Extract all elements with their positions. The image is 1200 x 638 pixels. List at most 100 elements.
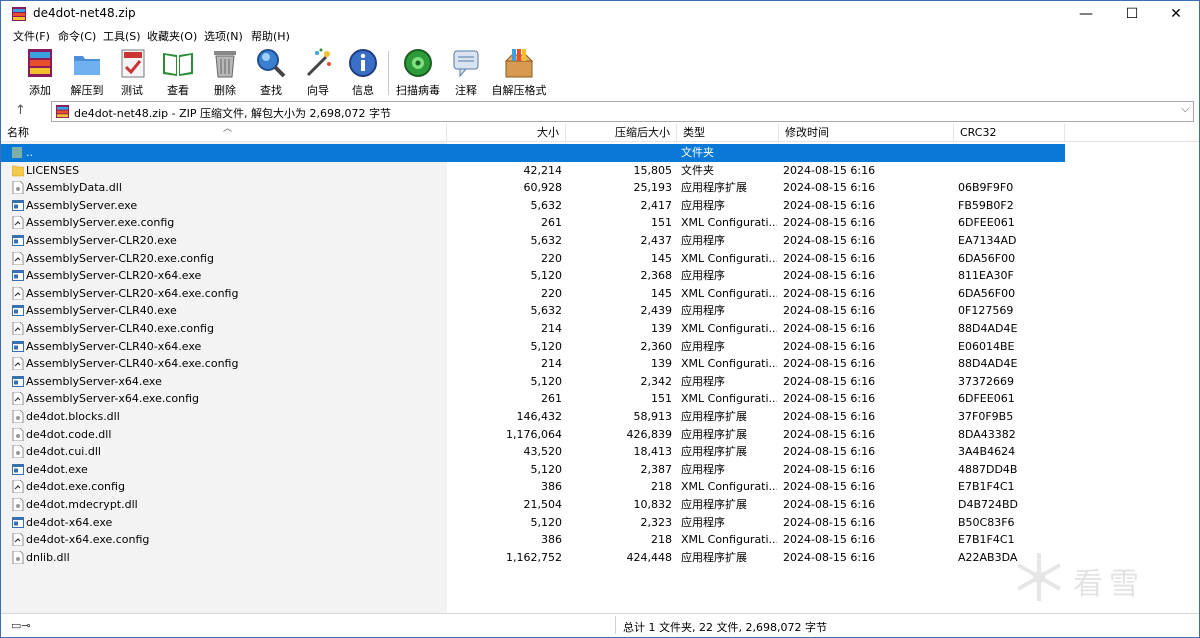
info-button[interactable]: 信息 bbox=[345, 47, 381, 97]
cell-modified: 2024-08-15 6:16 bbox=[783, 198, 876, 212]
table-row[interactable]: .. 文件夹 bbox=[1, 144, 1065, 162]
cell-packed: 2,368 bbox=[640, 269, 673, 283]
table-row[interactable]: AssemblyServer-CLR20-x64.exe 5,120 2,368 应用… bbox=[1, 267, 1065, 285]
cell-packed: 139 bbox=[651, 357, 672, 371]
table-row[interactable]: de4dot-x64.exe.config 386 218 XML Configura… bbox=[1, 531, 1065, 549]
menu-help[interactable]: 帮助(H) bbox=[251, 28, 290, 44]
table-row[interactable]: de4dot.exe.config 386 218 XML Configurati..… bbox=[1, 478, 1065, 496]
cell-modified: 2024-08-15 6:16 bbox=[783, 216, 876, 230]
cell-size: 1,162,752 bbox=[506, 550, 562, 564]
column-type[interactable]: 类型 bbox=[677, 124, 779, 142]
cell-packed: 2,360 bbox=[640, 339, 673, 353]
cell-packed: 2,417 bbox=[640, 198, 673, 212]
maximize-button[interactable]: ☐ bbox=[1109, 1, 1155, 27]
table-row[interactable]: de4dot.cui.dll 43,520 18,413 应用程序扩展 2024-08-… bbox=[1, 443, 1065, 461]
table-row[interactable]: AssemblyServer-CLR40.exe.config 214 139 XML… bbox=[1, 320, 1065, 338]
table-row[interactable]: AssemblyServer-CLR20.exe 5,632 2,437 应用程序 20… bbox=[1, 232, 1065, 250]
table-row[interactable]: AssemblyServer-x64.exe 5,120 2,342 应用程序 2024… bbox=[1, 373, 1065, 391]
table-row[interactable]: AssemblyData.dll 60,928 25,193 应用程序扩展 2024-0… bbox=[1, 179, 1065, 197]
delete-button[interactable]: 删除 bbox=[207, 47, 243, 97]
cell-packed: 151 bbox=[651, 216, 672, 230]
cell-type: 文件夹 bbox=[681, 163, 714, 177]
cell-type: 应用程序扩展 bbox=[681, 181, 747, 195]
table-row[interactable]: de4dot.code.dll 1,176,064 426,839 应用程序扩展 202… bbox=[1, 426, 1065, 444]
winrar-window: de4dot-net48.zip — ☐ ✕ 文件(F) 命令(C) 工具(S)… bbox=[0, 0, 1200, 638]
address-text: de4dot-net48.zip - ZIP 压缩文件, 解包大小为 2,698… bbox=[74, 107, 391, 120]
cell-crc32: 88D4AD4E bbox=[958, 357, 1018, 371]
chevron-down-icon[interactable]: ⌵ bbox=[1181, 104, 1189, 115]
cell-type: 应用程序 bbox=[681, 198, 725, 212]
extract-to-button[interactable]: 解压到 bbox=[67, 47, 107, 97]
table-row[interactable]: dnlib.dll 1,162,752 424,448 应用程序扩展 2024-08-1… bbox=[1, 549, 1065, 567]
cell-name: .. bbox=[26, 146, 33, 159]
table-row[interactable]: AssemblyServer.exe.config 261 151 XML Confi… bbox=[1, 214, 1065, 232]
cell-size: 214 bbox=[541, 357, 562, 371]
cell-name: dnlib.dll bbox=[26, 550, 70, 564]
cell-name: AssemblyServer-x64.exe bbox=[26, 374, 162, 388]
view-button[interactable]: 查看 bbox=[159, 47, 197, 97]
minimize-button[interactable]: — bbox=[1063, 1, 1109, 27]
find-button[interactable]: 查找 bbox=[253, 47, 289, 97]
table-row[interactable]: de4dot.exe 5,120 2,387 应用程序 2024-08-15 6:16 4… bbox=[1, 461, 1065, 479]
cell-crc32: E06014BE bbox=[958, 339, 1015, 353]
sfx-button[interactable]: 自解压格式 bbox=[491, 47, 547, 97]
cell-size: 5,120 bbox=[530, 269, 563, 283]
menu-file[interactable]: 文件(F) bbox=[13, 28, 50, 44]
column-crc32[interactable]: CRC32 bbox=[954, 124, 1065, 142]
test-button[interactable]: 测试 bbox=[114, 47, 150, 97]
table-row[interactable]: AssemblyServer-CLR20.exe.config 220 145 XML… bbox=[1, 250, 1065, 268]
virus-scan-button[interactable]: 扫描病毒 bbox=[395, 47, 441, 97]
table-row[interactable]: LICENSES 42,214 15,805 文件夹 2024-08-15 6:16 bbox=[1, 162, 1065, 180]
address-field[interactable]: de4dot-net48.zip - ZIP 压缩文件, 解包大小为 2,698… bbox=[51, 101, 1194, 122]
cell-size: 5,632 bbox=[530, 198, 563, 212]
virus-scan-icon bbox=[404, 49, 432, 77]
table-row[interactable]: AssemblyServer-CLR40-x64.exe.config 214 13… bbox=[1, 355, 1065, 373]
cell-name: AssemblyServer-CLR20-x64.exe.config bbox=[26, 286, 239, 300]
cell-packed: 2,323 bbox=[640, 515, 673, 529]
cell-modified: 2024-08-15 6:16 bbox=[783, 445, 876, 459]
menu-tools[interactable]: 工具(S) bbox=[103, 28, 141, 44]
table-row[interactable]: de4dot-x64.exe 5,120 2,323 应用程序 2024-08-15 6… bbox=[1, 514, 1065, 532]
title-bar: de4dot-net48.zip — ☐ ✕ bbox=[1, 1, 1199, 27]
add-button[interactable]: 添加 bbox=[21, 47, 59, 97]
cell-type: XML Configurati... bbox=[681, 251, 777, 265]
cell-name: AssemblyServer-CLR40.exe bbox=[26, 304, 177, 318]
cell-size: 220 bbox=[541, 286, 562, 300]
column-modified[interactable]: 修改时间 bbox=[779, 124, 954, 142]
cell-name: LICENSES bbox=[26, 163, 80, 177]
table-row[interactable]: AssemblyServer-CLR40-x64.exe 5,120 2,360 应用… bbox=[1, 338, 1065, 356]
cell-size: 5,632 bbox=[530, 304, 563, 318]
column-packed[interactable]: 压缩后大小 bbox=[566, 124, 677, 142]
cell-crc32: 6DFEE061 bbox=[958, 392, 1015, 406]
cell-crc32: FB59B0F2 bbox=[958, 198, 1014, 212]
cell-name: AssemblyServer-CLR20.exe bbox=[26, 234, 177, 247]
table-row[interactable]: AssemblyServer-x64.exe.config 261 151 XML C… bbox=[1, 390, 1065, 408]
cell-size bbox=[447, 144, 562, 162]
menu-commands[interactable]: 命令(C) bbox=[58, 28, 96, 44]
menu-options[interactable]: 选项(N) bbox=[204, 28, 243, 44]
cell-crc32: 88D4AD4E bbox=[958, 322, 1018, 335]
cell-size: 5,120 bbox=[530, 462, 563, 476]
cell-name: AssemblyServer-CLR20.exe.config bbox=[26, 251, 214, 265]
table-row[interactable]: AssemblyServer.exe 5,632 2,417 应用程序 2024-08-… bbox=[1, 197, 1065, 215]
view-icon bbox=[163, 53, 193, 76]
list-header: 名称 ︿ 大小 压缩后大小 类型 修改时间 CRC32 bbox=[1, 124, 1199, 142]
up-arrow-icon[interactable]: ↑ bbox=[15, 103, 26, 118]
cell-type: XML Configurati... bbox=[681, 357, 777, 371]
delete-icon bbox=[214, 51, 236, 78]
menu-favorites[interactable]: 收藏夹(O) bbox=[147, 28, 197, 44]
cell-type: XML Configurati... bbox=[681, 322, 777, 335]
table-row[interactable]: AssemblyServer-CLR20-x64.exe.config 220 14… bbox=[1, 285, 1065, 303]
cell-name: de4dot-x64.exe.config bbox=[26, 533, 150, 547]
cell-packed: 145 bbox=[651, 251, 672, 265]
comment-button[interactable]: 注释 bbox=[451, 47, 481, 97]
table-row[interactable]: de4dot.blocks.dll 146,432 58,913 应用程序扩展 2024… bbox=[1, 408, 1065, 426]
table-row[interactable]: AssemblyServer-CLR40.exe 5,632 2,439 应用程序 20… bbox=[1, 302, 1065, 320]
drive-key-icon[interactable]: ▭⊸ bbox=[11, 619, 31, 632]
extract-icon bbox=[74, 56, 100, 75]
table-row[interactable]: de4dot.mdecrypt.dll 21,504 10,832 应用程序扩展 202… bbox=[1, 496, 1065, 514]
column-size[interactable]: 大小 bbox=[447, 124, 566, 142]
wizard-button[interactable]: 向导 bbox=[300, 47, 336, 97]
close-button[interactable]: ✕ bbox=[1153, 1, 1199, 27]
sfx-icon bbox=[504, 49, 534, 78]
